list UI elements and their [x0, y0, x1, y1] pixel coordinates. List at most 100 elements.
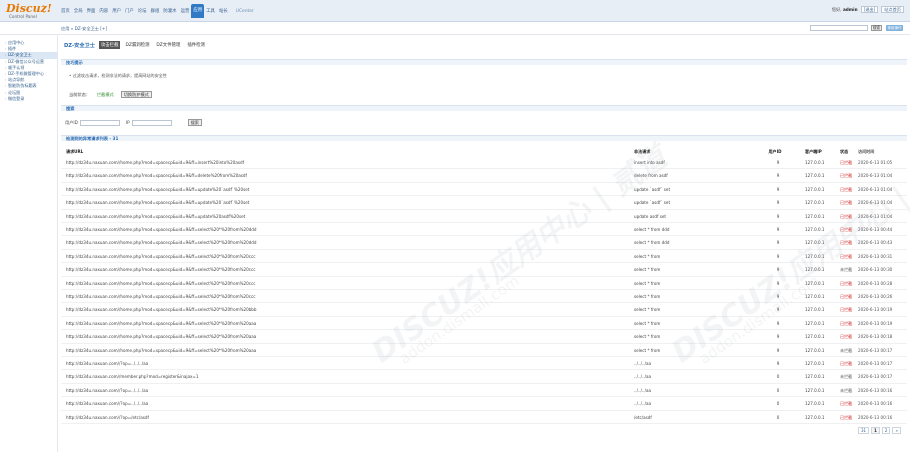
ip-label: IP [125, 120, 130, 125]
nav-item[interactable]: 防灌水 [161, 6, 178, 18]
switch-mode-button[interactable]: 切换防护模式 [120, 91, 152, 98]
row-url[interactable]: http://dz34u.naxuan.com//?op=../../../aa [66, 361, 626, 366]
uid-input[interactable] [79, 119, 120, 126]
row-illegal-string: select * from ddd [634, 227, 670, 232]
user-greeting: 您好, admin [831, 6, 858, 12]
row-time: 2020-6-13 00:16 [858, 387, 893, 393]
row-url[interactable]: http://dz34u.naxuan.com//home.php?mod=sp… [66, 254, 626, 259]
breadcrumb[interactable]: 应用 » DZ-安全卫士 [+] [61, 26, 107, 32]
row-url[interactable]: http://dz34u.naxuan.com//?op=../../../aa [66, 388, 626, 393]
table-header: 请求URL 非法请求 用户ID 客户端IP 状态 访问时间 [61, 149, 907, 155]
row-illegal-string: select * from [634, 294, 661, 299]
row-uid: 9 [776, 186, 780, 192]
col-status: 状态 [840, 149, 849, 154]
row-status: 已拦截 [840, 186, 853, 192]
pagination: 31 1 2» [858, 427, 901, 434]
row-url[interactable]: http://dz34u.naxuan.com//home.php?mod=sp… [66, 321, 626, 326]
list-header: 检测到的异常请求列表 - 31 [61, 135, 907, 141]
tab-item[interactable]: 攻击拦截 [98, 41, 121, 49]
row-status: 已拦截 [840, 240, 853, 246]
row-ip: 127.0.0.1 [805, 387, 825, 393]
page-link[interactable]: 31 [858, 427, 870, 434]
row-status: 已拦截 [840, 173, 853, 179]
row-time: 2020-6-13 00:18 [858, 334, 893, 340]
site-home-button[interactable]: 站点首页 [881, 6, 904, 13]
row-illegal-string: ../../../aa [634, 387, 651, 393]
logout-button[interactable]: [退出] [860, 6, 879, 13]
page-link[interactable]: 1 [871, 427, 880, 434]
row-url[interactable]: http://dz34u.naxuan.com//home.php?mod=sp… [66, 214, 626, 219]
nav-item[interactable]: 群组 [149, 6, 162, 18]
user-area: 您好, admin [退出] 站点首页 [832, 6, 904, 13]
row-uid: 9 [776, 200, 780, 206]
row-status: 未拦截 [840, 387, 853, 393]
table-row: http://dz34u.naxuan.com//home.php?mod=sp… [61, 156, 907, 170]
nav-item[interactable]: UCenter [234, 6, 256, 18]
row-url[interactable]: http://dz34u.naxuan.com//home.php?mod=sp… [66, 334, 626, 339]
tab-item[interactable]: 插件检测 [185, 41, 207, 49]
row-url[interactable]: http://dz34u.naxuan.com//?op=../../../aa [66, 401, 626, 406]
row-time: 2020-6-13 00:17 [858, 347, 893, 353]
mode-row: 当前状态： 拦截模式 切换防护模式 [69, 91, 152, 98]
row-url[interactable]: http://dz34u.naxuan.com//home.php?mod=sp… [66, 240, 626, 245]
search-input[interactable] [810, 25, 868, 31]
row-url[interactable]: http://dz34u.naxuan.com//home.php?mod=sp… [66, 307, 626, 312]
nav-item[interactable]: 门户 [123, 6, 136, 18]
row-illegal-string: /etc/asdf [634, 414, 652, 420]
nav-item[interactable]: 应用 [191, 4, 205, 18]
row-status: 已拦截 [840, 253, 853, 259]
nav-item[interactable]: 内容 [97, 6, 110, 18]
common-ops-button[interactable]: 常用操作 [886, 25, 903, 31]
row-url[interactable]: http://dz34u.naxuan.com//?op=/etc/asdf [66, 415, 626, 420]
page-link[interactable]: 2 [881, 427, 891, 434]
row-url[interactable]: http://dz34u.naxuan.com//home.php?mod=sp… [66, 187, 626, 192]
row-uid: 9 [776, 280, 780, 286]
filter-search-button[interactable]: 搜索 [187, 119, 202, 126]
table-row: http://dz34u.naxuan.com//home.php?mod=sp… [61, 223, 907, 237]
row-url[interactable]: http://dz34u.naxuan.com//member.php?mod=… [66, 374, 626, 379]
row-illegal-string: select * from [634, 347, 661, 353]
tab-item[interactable]: DZ漏洞检测 [123, 41, 151, 49]
row-uid: 9 [776, 227, 780, 232]
tab-item[interactable]: DZ文件管理 [154, 41, 182, 49]
nav-item[interactable]: 界面 [85, 6, 98, 18]
row-url[interactable]: http://dz34u.naxuan.com//home.php?mod=sp… [66, 160, 626, 165]
nav-item[interactable]: 工具 [204, 6, 217, 18]
main-nav: 首页 全局 界面 内容 用户 门户 论坛 群组 防灌水 运营 应用 工具 站长 UCenter [59, 4, 256, 18]
sidebar-item-label: 论坛图 [8, 89, 21, 95]
page-link[interactable]: » [892, 427, 901, 434]
nav-item[interactable]: 运营 [179, 6, 192, 18]
row-status: 已拦截 [840, 361, 853, 366]
nav-item[interactable]: 全局 [72, 6, 85, 18]
row-uid: 9 [776, 267, 780, 273]
row-status: 已拦截 [840, 227, 853, 232]
nav-item[interactable]: 论坛 [136, 6, 149, 18]
table-row: http://dz34u.naxuan.com//home.php?mod=sp… [61, 290, 907, 304]
row-status: 未拦截 [840, 267, 853, 273]
row-status: 未拦截 [840, 374, 853, 380]
row-time: 2020-6-13 00:19 [858, 307, 893, 313]
row-url[interactable]: http://dz34u.naxuan.com//home.php?mod=sp… [66, 348, 626, 353]
row-url[interactable]: http://dz34u.naxuan.com//home.php?mod=sp… [66, 267, 626, 272]
row-url[interactable]: http://dz34u.naxuan.com//home.php?mod=sp… [66, 200, 626, 205]
table-row: http://dz34u.naxuan.com//?op=../../../aa… [61, 384, 907, 398]
row-uid: 0 [776, 387, 780, 393]
row-url[interactable]: http://dz34u.naxuan.com//home.php?mod=sp… [66, 281, 626, 286]
discuz-logo[interactable]: Discuz! Control Panel [6, 3, 52, 19]
nav-item[interactable]: 首页 [59, 6, 72, 18]
nav-item[interactable]: 站长 [217, 6, 230, 18]
row-url[interactable]: http://dz34u.naxuan.com//home.php?mod=sp… [66, 227, 626, 232]
uid-label: 用户ID [65, 119, 78, 125]
col-str: 非法请求 [634, 149, 651, 154]
logo-text: Discuz! [6, 2, 52, 15]
row-status: 已拦截 [840, 280, 853, 286]
nav-item[interactable]: 用户 [110, 6, 123, 18]
row-url[interactable]: http://dz34u.naxuan.com//home.php?mod=sp… [66, 173, 626, 178]
sidebar-item[interactable]: › 微信登录 [0, 96, 57, 102]
ip-input[interactable] [131, 119, 172, 126]
row-url[interactable]: http://dz34u.naxuan.com//home.php?mod=sp… [66, 294, 626, 299]
row-time: 2020-6-13 01:04 [858, 186, 893, 192]
col-ip: 客户端IP [805, 149, 822, 154]
search-button[interactable]: 搜索 [871, 25, 882, 31]
tips-text: • 过滤攻击请求，检测非法的请求，提高网站的安全性 [69, 73, 167, 78]
